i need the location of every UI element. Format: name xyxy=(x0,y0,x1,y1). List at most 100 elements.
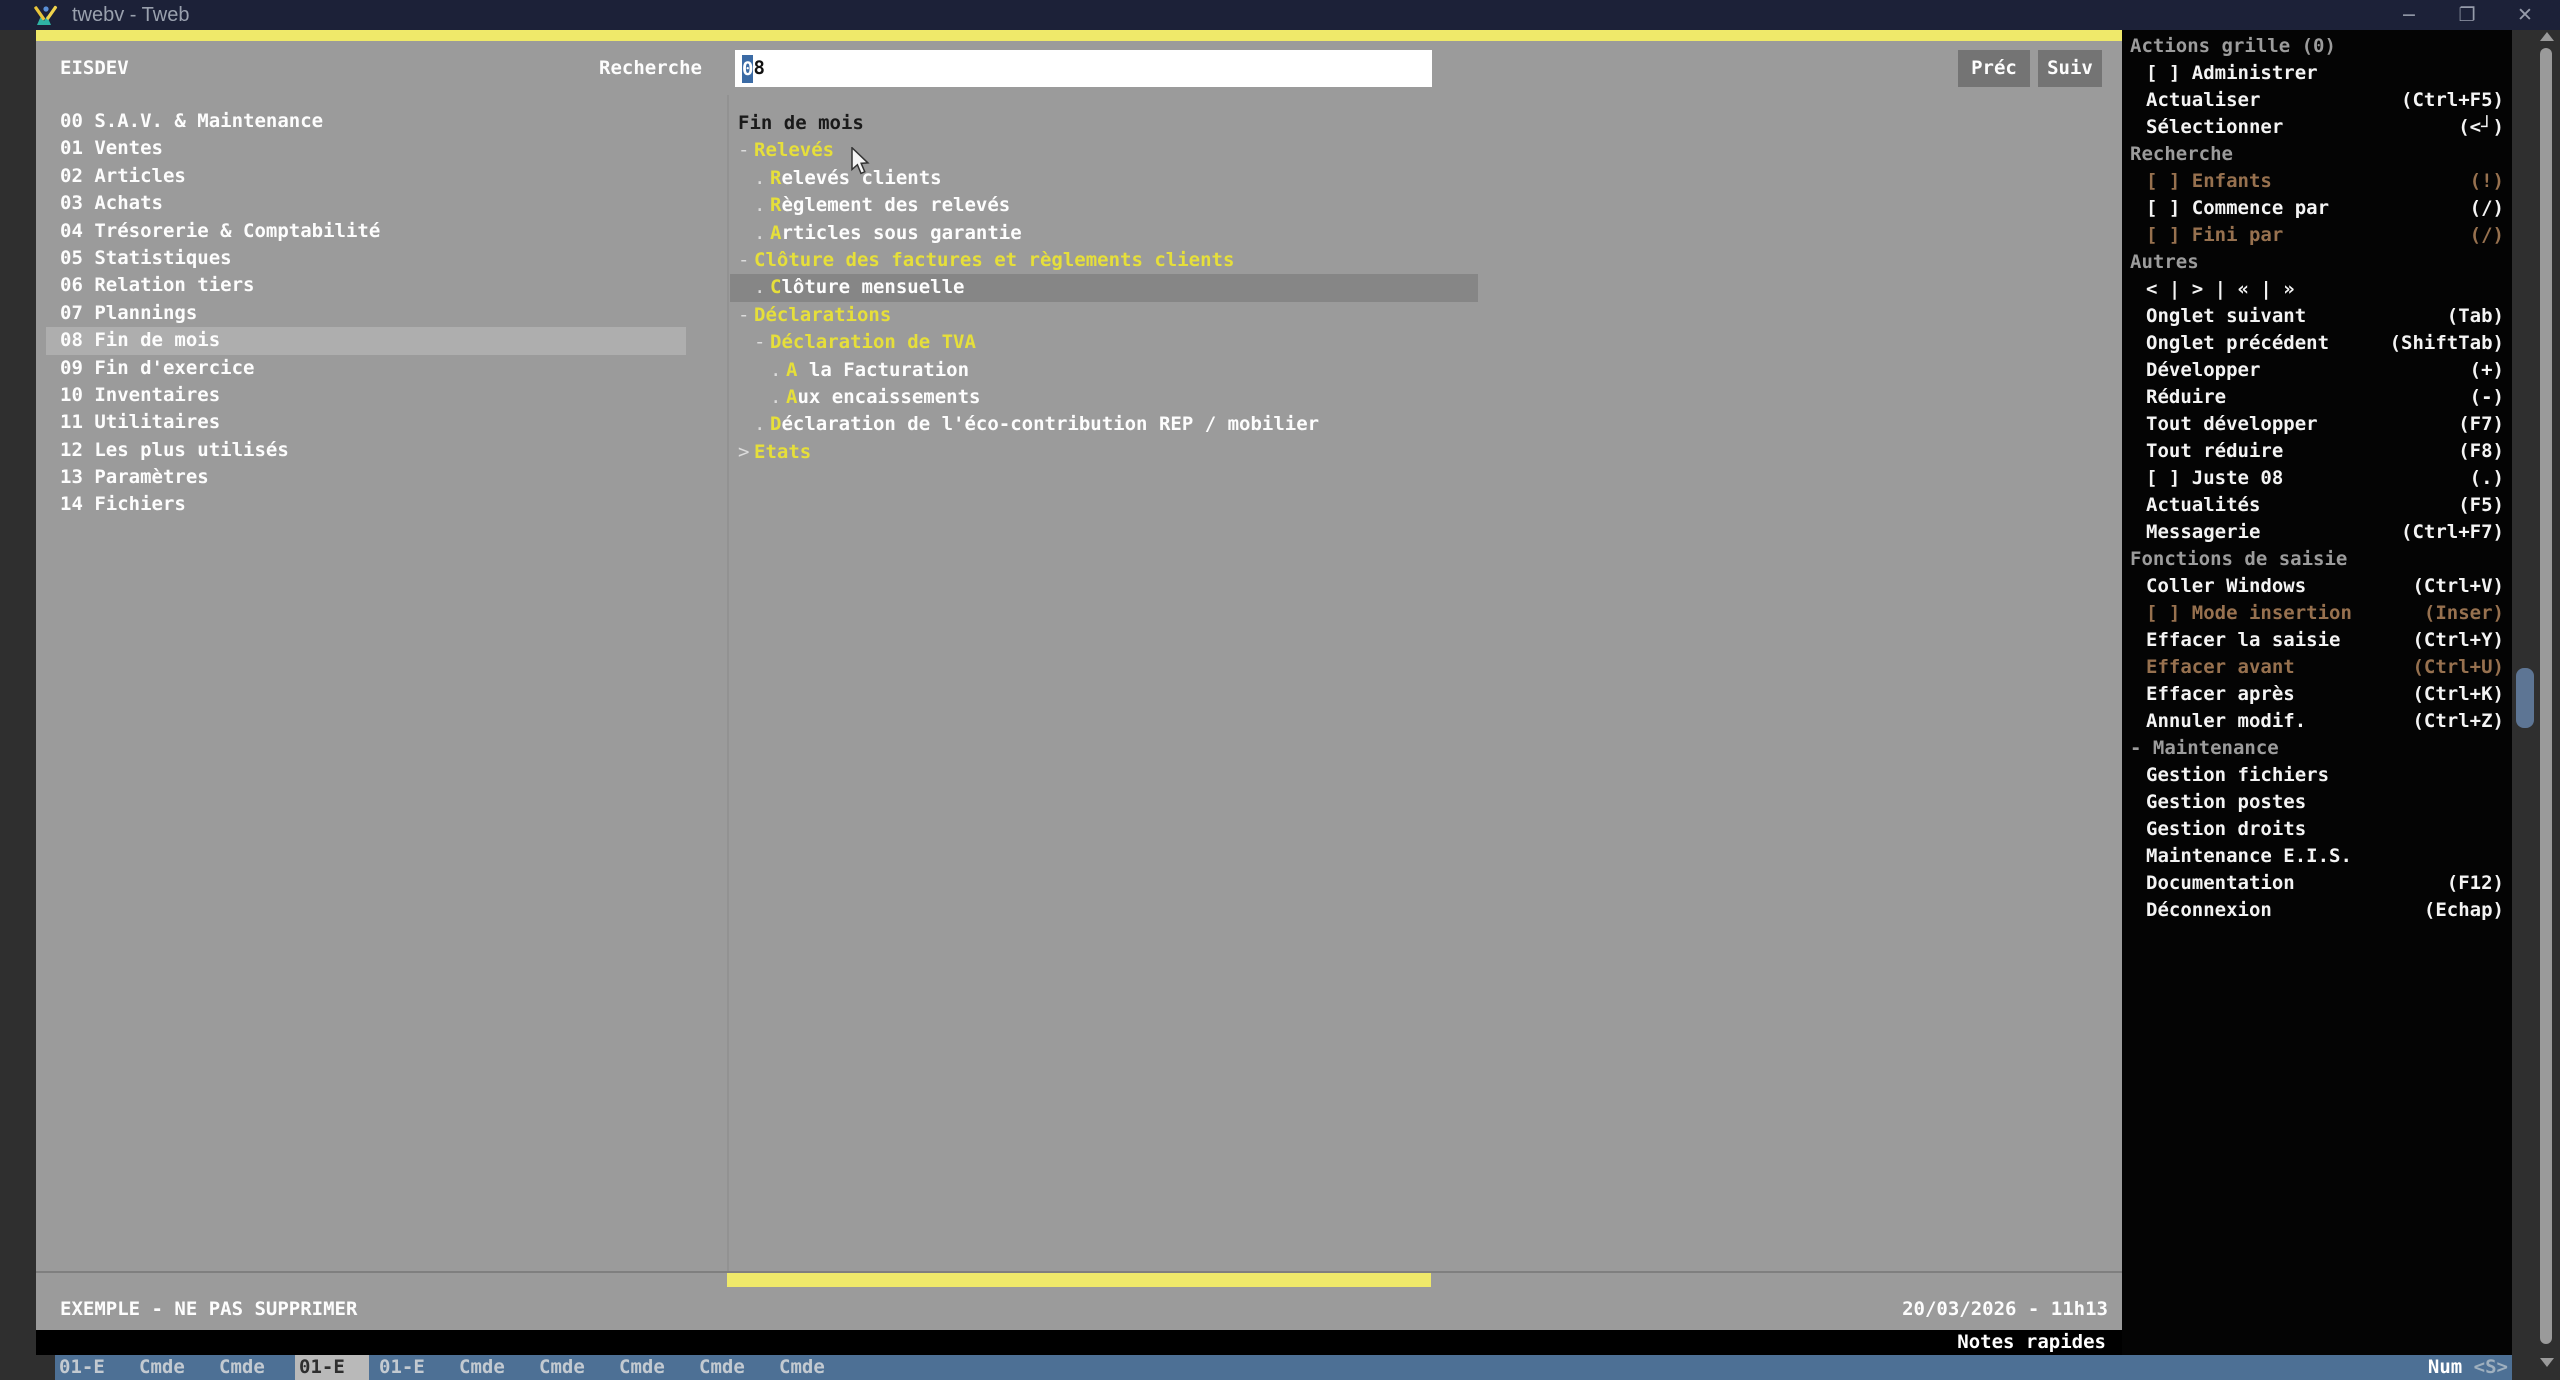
panel-action[interactable]: Gestion postes xyxy=(2122,789,2512,816)
taskbar-tab[interactable]: 01-E xyxy=(375,1355,455,1380)
tree-item[interactable]: . Relevés clients xyxy=(730,165,1478,192)
panel-action-label: Messagerie xyxy=(2146,521,2261,543)
tree-expand-icon[interactable]: . xyxy=(754,165,770,192)
minimize-button[interactable]: − xyxy=(2380,0,2438,30)
panel-action-shortcut: (Ctrl+Y) xyxy=(2412,629,2504,651)
menu-item[interactable]: 09 Fin d'exercice xyxy=(46,355,686,382)
panel-action-shortcut: (Ctrl+K) xyxy=(2412,683,2504,705)
tree-item[interactable]: . Règlement des relevés xyxy=(730,192,1478,219)
panel-action[interactable]: Gestion fichiers xyxy=(2122,762,2512,789)
panel-action[interactable]: Coller Windows (Ctrl+V) xyxy=(2122,573,2512,600)
panel-divider xyxy=(727,95,729,1271)
taskbar-tab[interactable]: 01-E xyxy=(55,1355,135,1380)
taskbar-tab[interactable]: Cmde xyxy=(775,1355,855,1380)
menu-item[interactable]: 00 S.A.V. & Maintenance xyxy=(46,108,686,135)
taskbar-tab[interactable]: Cmde xyxy=(615,1355,695,1380)
tree-item[interactable]: . Clôture mensuelle xyxy=(730,274,1478,302)
panel-action[interactable]: [ ] Commence par (/) xyxy=(2122,195,2512,222)
tree-expand-icon[interactable]: - xyxy=(738,247,754,274)
taskbar-tab[interactable]: Cmde xyxy=(215,1355,295,1380)
menu-item[interactable]: 10 Inventaires xyxy=(46,382,686,409)
tree-item[interactable]: . Déclaration de l'éco-contribution REP /… xyxy=(730,411,1478,438)
restore-button[interactable]: ❐ xyxy=(2438,0,2496,30)
panel-action[interactable]: Messagerie (Ctrl+F7) xyxy=(2122,519,2512,546)
menu-item[interactable]: 12 Les plus utilisés xyxy=(46,437,686,464)
panel-action-label: Onglet suivant xyxy=(2146,305,2307,327)
taskbar-tab[interactable]: Cmde xyxy=(535,1355,615,1380)
scrollbar-thumb[interactable] xyxy=(2516,668,2534,728)
tree-item[interactable]: - Déclarations xyxy=(730,302,1478,329)
panel-action[interactable]: Actualiser (Ctrl+F5) xyxy=(2122,87,2512,114)
menu-item[interactable]: 03 Achats xyxy=(46,190,686,217)
panel-action[interactable]: Déconnexion (Echap) xyxy=(2122,897,2512,924)
taskbar-tab[interactable]: Cmde xyxy=(455,1355,535,1380)
tree-item[interactable]: .A la Facturation xyxy=(730,357,1478,384)
tree-item[interactable]: - Clôture des factures et règlements clie… xyxy=(730,247,1478,274)
panel-action-shortcut: (Ctrl+F5) xyxy=(2401,89,2504,111)
menu-item[interactable]: 14 Fichiers xyxy=(46,491,686,518)
panel-action[interactable]: Actualités (F5) xyxy=(2122,492,2512,519)
panel-action-label: Documentation xyxy=(2146,872,2295,894)
panel-action[interactable]: Développer (+) xyxy=(2122,357,2512,384)
panel-action[interactable]: Sélectionner (<┘) xyxy=(2122,114,2512,141)
panel-action-label: Gestion postes xyxy=(2146,791,2307,813)
menu-item[interactable]: 11 Utilitaires xyxy=(46,409,686,436)
panel-action[interactable]: Onglet précédent (ShiftTab) xyxy=(2122,330,2512,357)
scroll-up-icon[interactable] xyxy=(2540,32,2554,41)
tree-expand-icon[interactable]: . xyxy=(770,357,786,384)
menu-item[interactable]: 02 Articles xyxy=(46,163,686,190)
panel-action-label: Tout développer xyxy=(2146,413,2318,435)
menu-item[interactable]: 05 Statistiques xyxy=(46,245,686,272)
panel-action[interactable]: < | > | « | » xyxy=(2122,276,2512,303)
menu-item[interactable]: 13 Paramètres xyxy=(46,464,686,491)
panel-action[interactable]: Effacer après (Ctrl+K) xyxy=(2122,681,2512,708)
scroll-down-icon[interactable] xyxy=(2540,1358,2554,1367)
panel-action[interactable]: Documentation (F12) xyxy=(2122,870,2512,897)
taskbar-tab[interactable]: Cmde xyxy=(695,1355,775,1380)
panel-action[interactable]: Effacer la saisie (Ctrl+Y) xyxy=(2122,627,2512,654)
close-button[interactable]: ✕ xyxy=(2496,0,2554,30)
previous-button[interactable]: Préc xyxy=(1958,50,2030,87)
tree-item[interactable]: - Relevés xyxy=(730,137,1478,164)
tree-expand-icon[interactable]: - xyxy=(738,302,754,329)
tree-item[interactable]: > Etats xyxy=(730,439,1478,466)
panel-action[interactable]: Annuler modif. (Ctrl+Z) xyxy=(2122,708,2512,735)
panel-action[interactable]: [ ] Juste 08 (.) xyxy=(2122,465,2512,492)
panel-action[interactable]: Maintenance E.I.S. xyxy=(2122,843,2512,870)
panel-action-label: Actualités xyxy=(2146,494,2261,516)
tree-item[interactable]: . Articles sous garantie xyxy=(730,220,1478,247)
tree-expand-icon[interactable]: . xyxy=(754,274,770,301)
next-button[interactable]: Suiv xyxy=(2038,50,2102,87)
panel-action[interactable]: Onglet suivant (Tab) xyxy=(2122,303,2512,330)
scrollbar-strip[interactable] xyxy=(2540,48,2552,1344)
tree-expand-icon[interactable]: . xyxy=(754,192,770,219)
taskbar-tab[interactable]: Cmde xyxy=(135,1355,215,1380)
menu-item[interactable]: 08 Fin de mois xyxy=(46,327,686,355)
menu-item[interactable]: 04 Trésorerie & Comptabilité xyxy=(46,218,686,245)
tree-item-label: la Facturation xyxy=(797,358,970,381)
taskbar-tab[interactable]: 01-E xyxy=(295,1355,369,1380)
tree-expand-icon[interactable]: . xyxy=(754,220,770,247)
tree-expand-icon[interactable]: > xyxy=(738,439,754,466)
panel-action-label: [ ] Administrer xyxy=(2146,62,2318,84)
panel-action[interactable]: Réduire (-) xyxy=(2122,384,2512,411)
tree-item[interactable]: . Aux encaissements xyxy=(730,384,1478,411)
menu-item[interactable]: 01 Ventes xyxy=(46,135,686,162)
panel-action[interactable]: [ ] Administrer xyxy=(2122,60,2512,87)
tree-expand-icon[interactable]: - xyxy=(754,329,770,356)
search-input[interactable]: 08 xyxy=(735,50,1432,87)
panel-action[interactable]: Gestion droits xyxy=(2122,816,2512,843)
tree-item[interactable]: - Déclaration de TVA xyxy=(730,329,1478,356)
panel-action-shortcut: (Inser) xyxy=(2423,602,2504,624)
quick-notes-label[interactable]: Notes rapides xyxy=(1957,1330,2106,1355)
menu-item[interactable]: 07 Plannings xyxy=(46,300,686,327)
panel-action[interactable]: Tout développer (F7) xyxy=(2122,411,2512,438)
tree-item-accelerator: A xyxy=(770,221,782,244)
tree-expand-icon[interactable]: . xyxy=(770,384,786,411)
tree-expand-icon[interactable]: . xyxy=(754,411,770,438)
tree-expand-icon[interactable]: - xyxy=(738,137,754,164)
status-datetime: 20/03/2026 - 11h13 xyxy=(1902,1298,2108,1320)
panel-action[interactable]: Tout réduire (F8) xyxy=(2122,438,2512,465)
menu-item[interactable]: 06 Relation tiers xyxy=(46,272,686,299)
panel-action-label: Gestion droits xyxy=(2146,818,2307,840)
